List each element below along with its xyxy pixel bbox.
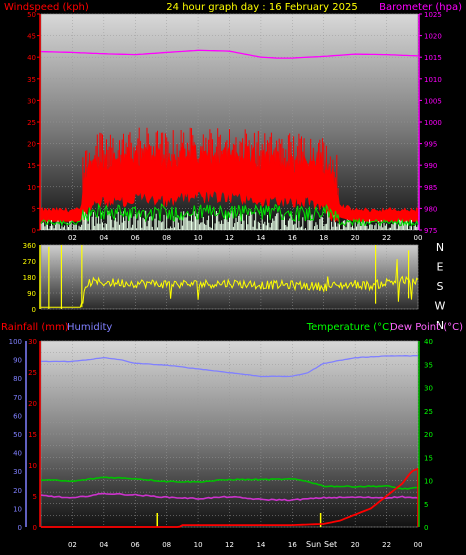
- compass-label: S: [437, 280, 444, 293]
- x-tick-label: 14: [256, 541, 265, 549]
- x-tick-label: 22: [382, 234, 391, 242]
- x-tick-label: 20: [351, 541, 360, 549]
- temperature-tick-label: 30: [424, 385, 433, 393]
- sunrise-label: Sun: [306, 540, 321, 549]
- x-tick-label: 18: [319, 234, 328, 242]
- temperature-title: Temperature (°C): [306, 322, 393, 333]
- baro-tick-label: 1005: [424, 97, 442, 105]
- compass-label: N: [436, 241, 444, 254]
- baro-tick-label: 1020: [424, 33, 442, 41]
- humidity-tick-label: 40: [13, 450, 22, 458]
- temperature-tick-label: 40: [424, 338, 433, 346]
- temperature-tick-label: 15: [424, 454, 433, 462]
- humidity-tick-label: 80: [13, 375, 22, 383]
- x-tick-label: 16: [288, 541, 297, 549]
- x-tick-label: 08: [162, 541, 171, 549]
- dewpoint-title: Dew Point (°C): [390, 322, 463, 333]
- humidity-tick-label: 90: [13, 357, 22, 365]
- wind-tick-label: 20: [27, 141, 36, 149]
- humidity-title: Humidity: [67, 322, 112, 333]
- humidity-tick-label: 70: [13, 394, 22, 402]
- x-tick-label: 02: [68, 234, 77, 242]
- weather-graph: 0 5 10 15 20 25 30 35 40 45 50 975 980 985 990 995 1000 1…: [0, 0, 466, 555]
- baro-tick-label: 980: [424, 205, 437, 213]
- rain-tick-label: 20: [28, 400, 37, 408]
- temperature-tick-label: 20: [424, 431, 433, 439]
- x-tick-label: 10: [194, 234, 203, 242]
- x-tick-label: 16: [288, 234, 297, 242]
- baro-title: Barometer (hpa): [379, 2, 462, 13]
- humidity-tick-label: 100: [9, 338, 22, 346]
- direction-tick-label: 0: [32, 306, 36, 314]
- direction-tick-label: 270: [23, 258, 36, 266]
- baro-tick-label: 1015: [424, 54, 442, 62]
- rain-tick-label: 5: [33, 493, 37, 501]
- main-title: 24 hour graph day : 16 February 2025: [166, 2, 357, 13]
- x-tick-label: 12: [225, 234, 234, 242]
- direction-tick-label: 180: [23, 274, 36, 282]
- x-tick-label: 22: [382, 541, 391, 549]
- humidity-tick-label: 10: [13, 505, 22, 513]
- x-tick-label: 08: [162, 234, 171, 242]
- x-tick-label: 10: [194, 541, 203, 549]
- temperature-tick-label: 25: [424, 408, 433, 416]
- rain-tick-label: 0: [33, 524, 37, 532]
- rain-tick-label: 25: [28, 369, 37, 377]
- wind-tick-label: 40: [27, 54, 36, 62]
- temperature-tick-label: 0: [424, 524, 428, 532]
- wind-tick-label: 30: [27, 97, 36, 105]
- humidity-tick-label: 60: [13, 412, 22, 420]
- direction-tick-label: 90: [27, 290, 36, 298]
- baro-tick-label: 985: [424, 184, 437, 192]
- temperature-tick-label: 5: [424, 501, 428, 509]
- baro-tick-label: 995: [424, 141, 437, 149]
- baro-tick-label: 975: [424, 227, 437, 235]
- humidity-tick-label: 30: [13, 468, 22, 476]
- temperature-tick-label: 10: [424, 478, 433, 486]
- wind-title: Windspeed (kph): [4, 2, 89, 13]
- direction-tick-label: 360: [23, 242, 36, 250]
- rain-title: Rainfall (mm): [1, 322, 69, 333]
- wind-tick-label: 15: [27, 162, 36, 170]
- wind-tick-label: 25: [27, 119, 36, 127]
- compass-label: E: [437, 261, 444, 274]
- baro-tick-label: 1010: [424, 76, 442, 84]
- baro-tick-label: 990: [424, 162, 437, 170]
- x-tick-label: 04: [99, 234, 108, 242]
- x-tick-label: 20: [351, 234, 360, 242]
- wind-tick-label: 10: [27, 184, 36, 192]
- x-tick-label: 06: [131, 234, 140, 242]
- rain-tick-label: 15: [28, 431, 37, 439]
- x-tick-label: 04: [99, 541, 108, 549]
- graph-canvas: 0510152025303540455097598098599099510001…: [1, 2, 463, 549]
- wind-tick-label: 5: [32, 205, 36, 213]
- humidity-tick-label: 20: [13, 487, 22, 495]
- x-tick-label: 00: [414, 541, 423, 549]
- temperature-tick-label: 35: [424, 361, 433, 369]
- sunset-label: Set: [324, 540, 337, 549]
- wind-tick-label: 45: [27, 33, 36, 41]
- wind-tick-label: 35: [27, 76, 36, 84]
- rain-tick-label: 10: [28, 462, 37, 470]
- wind-tick-label: 0: [32, 227, 36, 235]
- baro-tick-label: 1000: [424, 119, 442, 127]
- humidity-tick-label: 50: [13, 431, 22, 439]
- x-tick-label: 02: [68, 541, 77, 549]
- x-tick-label: 12: [225, 541, 234, 549]
- x-tick-label: 06: [131, 541, 140, 549]
- humidity-tick-label: 0: [18, 524, 22, 532]
- x-tick-label: 14: [256, 234, 265, 242]
- compass-label: W: [435, 300, 446, 313]
- rain-tick-label: 30: [28, 338, 37, 346]
- x-tick-label: 00: [414, 234, 423, 242]
